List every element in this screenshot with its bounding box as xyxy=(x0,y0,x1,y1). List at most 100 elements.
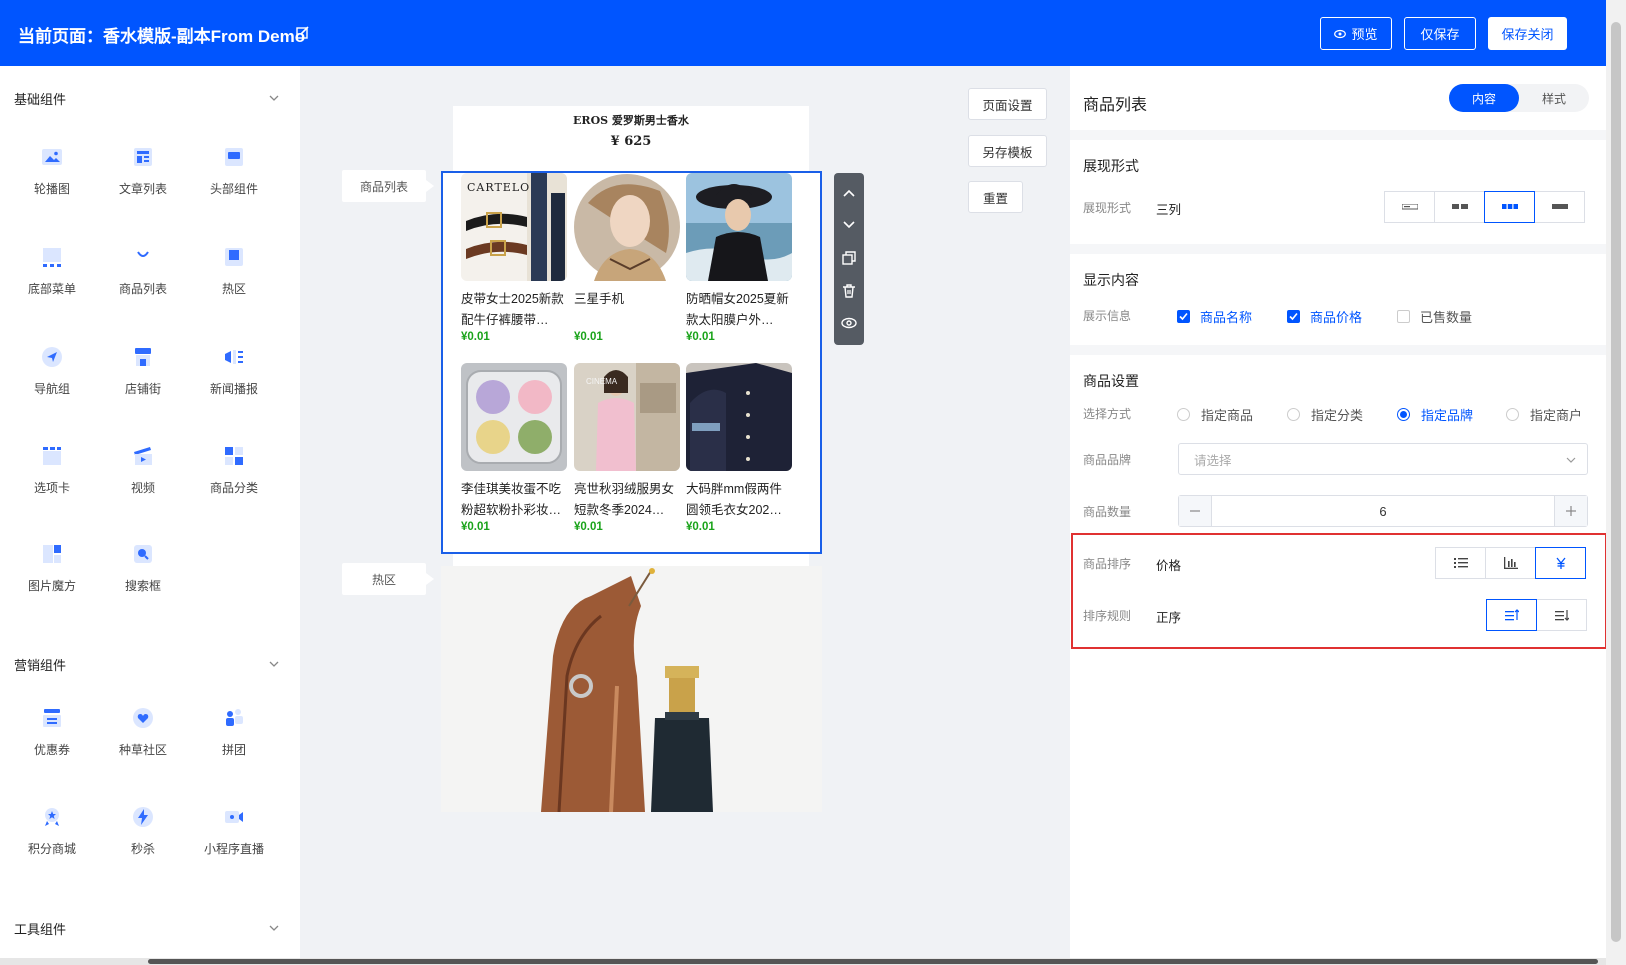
product-list-block[interactable]: CARTELO 皮带女士2025新款配牛仔裤腰带… ¥0.01 三星手机 ¥0.… xyxy=(441,171,822,554)
list-layout-icon xyxy=(1551,204,1568,209)
radio-label: 指定商户 xyxy=(1530,408,1583,423)
radio-specified-merchant[interactable]: 指定商户 xyxy=(1506,405,1582,424)
layout-two-column-button[interactable] xyxy=(1434,191,1485,223)
eye-icon xyxy=(1334,29,1347,38)
visibility-icon[interactable] xyxy=(841,315,857,331)
show-sold-checkbox[interactable]: 已售数量 xyxy=(1397,307,1472,326)
component-points-mall[interactable]: 积分商城 xyxy=(6,805,98,857)
page-settings-button[interactable]: 页面设置 xyxy=(968,88,1047,120)
reset-button[interactable]: 重置 xyxy=(968,181,1023,213)
navigation-icon xyxy=(42,347,62,367)
component-group-buy[interactable]: 拼团 xyxy=(188,706,280,758)
layout-one-row-button[interactable] xyxy=(1384,191,1435,223)
chevron-down-icon[interactable] xyxy=(268,92,280,104)
product-card[interactable]: 大码胖mm假两件圆领毛衣女202… ¥0.01 xyxy=(686,363,792,533)
section-divider xyxy=(1070,130,1606,140)
content-style-switch: 内容 样式 xyxy=(1449,84,1589,112)
radio-label: 指定分类 xyxy=(1311,408,1364,423)
radio-label: 指定品牌 xyxy=(1421,408,1474,423)
hotspot-image[interactable] xyxy=(441,566,822,812)
section-divider xyxy=(1070,244,1606,254)
ascending-button[interactable] xyxy=(1486,599,1537,631)
component-navigation[interactable]: 导航组 xyxy=(6,345,98,397)
radio-specified-brand[interactable]: 指定品牌 xyxy=(1397,405,1473,424)
product-card[interactable]: 三星手机 ¥0.01 xyxy=(574,173,680,343)
chevron-down-icon[interactable] xyxy=(268,922,280,934)
group-title-tools[interactable]: 工具组件 xyxy=(14,919,66,938)
group-title-marketing[interactable]: 营销组件 xyxy=(14,655,66,674)
content-section-title: 显示内容 xyxy=(1083,272,1139,288)
component-header[interactable]: 头部组件 xyxy=(188,145,280,197)
component-label: 视频 xyxy=(130,481,155,495)
product-card[interactable]: CARTELO 皮带女士2025新款配牛仔裤腰带… ¥0.01 xyxy=(461,173,567,343)
component-tabs[interactable]: 选项卡 xyxy=(6,444,98,496)
product-card[interactable]: CINEMA 亮世秋羽绒服男女短款冬季2024… ¥0.01 xyxy=(574,363,680,533)
tab-style[interactable]: 样式 xyxy=(1519,84,1589,112)
cinema-text: CINEMA xyxy=(586,377,618,386)
save-as-template-button[interactable]: 另存模板 xyxy=(968,135,1047,167)
component-coupon[interactable]: 优惠券 xyxy=(6,706,98,758)
tab-content[interactable]: 内容 xyxy=(1449,84,1519,112)
component-label: 拼团 xyxy=(221,743,246,757)
component-product-list[interactable]: 商品列表 xyxy=(97,245,189,297)
hotspot-tag[interactable]: 热区 xyxy=(342,563,434,595)
horizontal-scrollbar[interactable] xyxy=(0,958,1606,965)
header-component-icon xyxy=(225,148,243,166)
product-image-sunhat xyxy=(686,173,792,281)
edit-icon[interactable] xyxy=(296,26,310,40)
product-image-sweater xyxy=(686,363,792,471)
section-divider xyxy=(1070,345,1606,355)
component-product-category[interactable]: 商品分类 xyxy=(188,444,280,496)
sort-price-button[interactable] xyxy=(1535,547,1586,579)
top-product-card[interactable]: EROS 爱罗斯男士香水 ¥ 625 xyxy=(455,106,807,158)
product-name: 三星手机 xyxy=(574,292,625,306)
plus-icon xyxy=(1566,506,1576,516)
count-value[interactable]: 6 xyxy=(1211,496,1555,526)
show-name-checkbox[interactable]: 商品名称 xyxy=(1177,307,1252,326)
component-label: 文章列表 xyxy=(118,182,167,196)
brand-label: 商品品牌 xyxy=(1083,453,1132,467)
display-label: 展现形式 xyxy=(1083,201,1132,215)
move-up-icon[interactable] xyxy=(841,185,857,201)
component-article-list[interactable]: 文章列表 xyxy=(97,145,189,197)
component-news[interactable]: 新闻播报 xyxy=(188,345,280,397)
component-video[interactable]: 视频 xyxy=(97,444,189,496)
component-store-street[interactable]: 店铺街 xyxy=(97,345,189,397)
copy-icon[interactable] xyxy=(841,250,857,266)
show-price-checkbox[interactable]: 商品价格 xyxy=(1287,307,1362,326)
decrement-button[interactable] xyxy=(1179,496,1211,526)
delete-icon[interactable] xyxy=(841,283,857,299)
yen-icon xyxy=(1555,557,1566,569)
product-price: ¥0.01 xyxy=(686,331,715,343)
component-carousel[interactable]: 轮播图 xyxy=(6,145,98,197)
scrollbar-thumb[interactable] xyxy=(148,959,1598,964)
two-column-layout-icon xyxy=(1451,204,1468,209)
preview-button[interactable]: 预览 xyxy=(1320,17,1392,50)
component-search-box[interactable]: 搜索框 xyxy=(97,542,189,594)
brand-select[interactable]: 请选择 xyxy=(1178,443,1588,475)
group-title-basic[interactable]: 基础组件 xyxy=(14,89,66,108)
component-image-cube[interactable]: 图片魔方 xyxy=(6,542,98,594)
component-live-stream[interactable]: 小程序直播 xyxy=(188,805,280,857)
radio-specified-products[interactable]: 指定商品 xyxy=(1177,405,1253,424)
increment-button[interactable] xyxy=(1555,496,1587,526)
component-community[interactable]: 种草社区 xyxy=(97,706,189,758)
settings-title: 商品列表 xyxy=(1083,97,1148,114)
product-card[interactable]: 李佳琪美妆蛋不吃粉超软粉扑彩妆… ¥0.01 xyxy=(461,363,567,533)
layout-list-button[interactable] xyxy=(1534,191,1585,223)
scrollbar-thumb[interactable] xyxy=(1611,22,1621,942)
component-hotspot[interactable]: 热区 xyxy=(188,245,280,297)
save-only-button[interactable]: 仅保存 xyxy=(1404,17,1476,50)
product-list-tag[interactable]: 商品列表 xyxy=(342,170,434,202)
radio-specified-category[interactable]: 指定分类 xyxy=(1287,405,1363,424)
layout-three-column-button[interactable] xyxy=(1484,191,1535,223)
chevron-down-icon[interactable] xyxy=(268,658,280,670)
count-stepper: 6 xyxy=(1178,495,1588,527)
component-bottom-menu[interactable]: 底部菜单 xyxy=(6,245,98,297)
component-flash-sale[interactable]: 秒杀 xyxy=(97,805,189,857)
save-close-button[interactable]: 保存关闭 xyxy=(1488,17,1567,50)
move-down-icon[interactable] xyxy=(841,217,857,233)
product-card[interactable]: 防晒帽女2025夏新款太阳膜户外… ¥0.01 xyxy=(686,173,792,343)
product-price: ¥0.01 xyxy=(461,331,490,343)
vertical-scrollbar[interactable] xyxy=(1606,0,1626,965)
